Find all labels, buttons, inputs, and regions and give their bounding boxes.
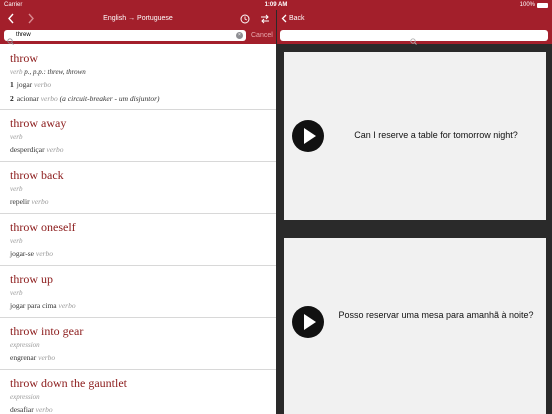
- list-item[interactable]: throw into gear expression engrenar verb…: [0, 318, 276, 370]
- sense: desperdiçar verbo: [10, 143, 276, 157]
- sense-number: 1: [10, 80, 14, 89]
- headword: throw: [10, 51, 38, 65]
- chevron-left-icon: [281, 14, 287, 23]
- sense: 2 acionar verbo (a circuit-breaker - um d…: [10, 92, 276, 106]
- headword: throw down the gauntlet: [10, 376, 127, 390]
- part-of-speech: verb: [10, 185, 23, 193]
- translation: engrenar: [10, 353, 37, 362]
- headword: throw oneself: [10, 220, 76, 234]
- cancel-button[interactable]: Cancel: [251, 27, 273, 44]
- headword: throw back: [10, 168, 64, 182]
- phrase-pane: Back Can I reserve a table for tomorrow …: [277, 10, 552, 414]
- part-of-speech: verb: [10, 133, 23, 141]
- swap-languages-icon[interactable]: [258, 10, 272, 27]
- list-item[interactable]: throw oneself verb jogar-se verbo: [0, 214, 276, 266]
- headword: throw into gear: [10, 324, 84, 338]
- list-item[interactable]: throw down the gauntlet expression desaf…: [0, 370, 276, 414]
- sense: 1 jogar verbo: [10, 78, 276, 92]
- battery-percent: 100%: [519, 2, 535, 8]
- battery-icon: [537, 2, 548, 8]
- translation: jogar-se: [10, 249, 35, 258]
- verb-forms: p., p.p.: threw, thrown: [24, 68, 86, 76]
- phrase-search-input[interactable]: [280, 30, 548, 45]
- translation: jogar para cima: [10, 301, 57, 310]
- battery-indicator: 100%: [520, 0, 548, 10]
- translation: jogar: [16, 80, 33, 89]
- translation: desperdiçar: [10, 145, 45, 154]
- grammar-tag: verbo: [38, 353, 56, 362]
- list-item[interactable]: throw away verb desperdiçar verbo: [0, 110, 276, 162]
- sense: jogar para cima verbo: [10, 299, 276, 313]
- sense: repelir verbo: [10, 195, 276, 209]
- back-button[interactable]: Back: [281, 10, 305, 27]
- translation: desafiar: [10, 405, 34, 414]
- grammar-tag: verbo: [58, 301, 76, 310]
- part-of-speech: verb p., p.p.: threw, thrown: [10, 67, 276, 78]
- grammar-tag: verbo: [35, 405, 53, 414]
- list-item[interactable]: throw up verb jogar para cima verbo: [0, 266, 276, 318]
- part-of-speech: verb: [10, 237, 23, 245]
- part-of-speech: verb: [10, 289, 23, 297]
- clear-search-icon[interactable]: ×: [236, 32, 243, 39]
- language-pair-title[interactable]: English → Portuguese: [0, 10, 276, 27]
- back-label: Back: [289, 15, 305, 22]
- phrase-search-bar: [277, 27, 552, 45]
- grammar-tag: verbo: [46, 145, 64, 154]
- entry-list: throw verb p., p.p.: threw, thrown 1 joga…: [0, 44, 276, 414]
- headword: throw away: [10, 116, 67, 130]
- sense: engrenar verbo: [10, 351, 276, 365]
- play-audio-icon[interactable]: [292, 306, 324, 338]
- phrase-card: Posso reservar uma mesa para amanhã à no…: [284, 238, 546, 414]
- history-clock-icon[interactable]: [238, 10, 252, 27]
- list-item[interactable]: throw back verb repelir verbo: [0, 162, 276, 214]
- sense-number: 2: [10, 94, 14, 103]
- search-input[interactable]: threw ×: [4, 30, 246, 45]
- left-nav-bar: English → Portuguese: [0, 10, 276, 27]
- part-of-speech: expression: [10, 393, 40, 401]
- sense: desafiar verbo: [10, 403, 276, 414]
- grammar-tag: verbo: [34, 80, 52, 89]
- status-time: 1:09 AM: [264, 2, 288, 8]
- headword: throw up: [10, 272, 53, 286]
- phrase-card: Can I reserve a table for tomorrow night…: [284, 52, 546, 220]
- grammar-tag: verbo: [40, 94, 58, 103]
- play-audio-icon[interactable]: [292, 120, 324, 152]
- translation: repelir: [10, 197, 30, 206]
- search-query: threw: [16, 32, 31, 38]
- usage-example: (a circuit-breaker - um disjuntor): [59, 94, 160, 103]
- search-icon: [410, 32, 417, 50]
- translation: acionar: [16, 94, 39, 103]
- pos-label: verb: [10, 68, 23, 76]
- phrase-text: Can I reserve a table for tomorrow night…: [354, 130, 518, 140]
- status-bar: Carrier 1:09 AM 100%: [0, 0, 552, 10]
- dictionary-pane: English → Portuguese threw × Cancel thro…: [0, 10, 276, 414]
- search-bar: threw × Cancel: [0, 27, 276, 45]
- grammar-tag: verbo: [35, 249, 53, 258]
- phrase-text: Posso reservar uma mesa para amanhã à no…: [338, 310, 534, 320]
- part-of-speech: expression: [10, 341, 40, 349]
- right-nav-bar: Back: [277, 10, 552, 27]
- list-item[interactable]: throw verb p., p.p.: threw, thrown 1 joga…: [0, 44, 276, 110]
- grammar-tag: verbo: [31, 197, 49, 206]
- sense: jogar-se verbo: [10, 247, 276, 261]
